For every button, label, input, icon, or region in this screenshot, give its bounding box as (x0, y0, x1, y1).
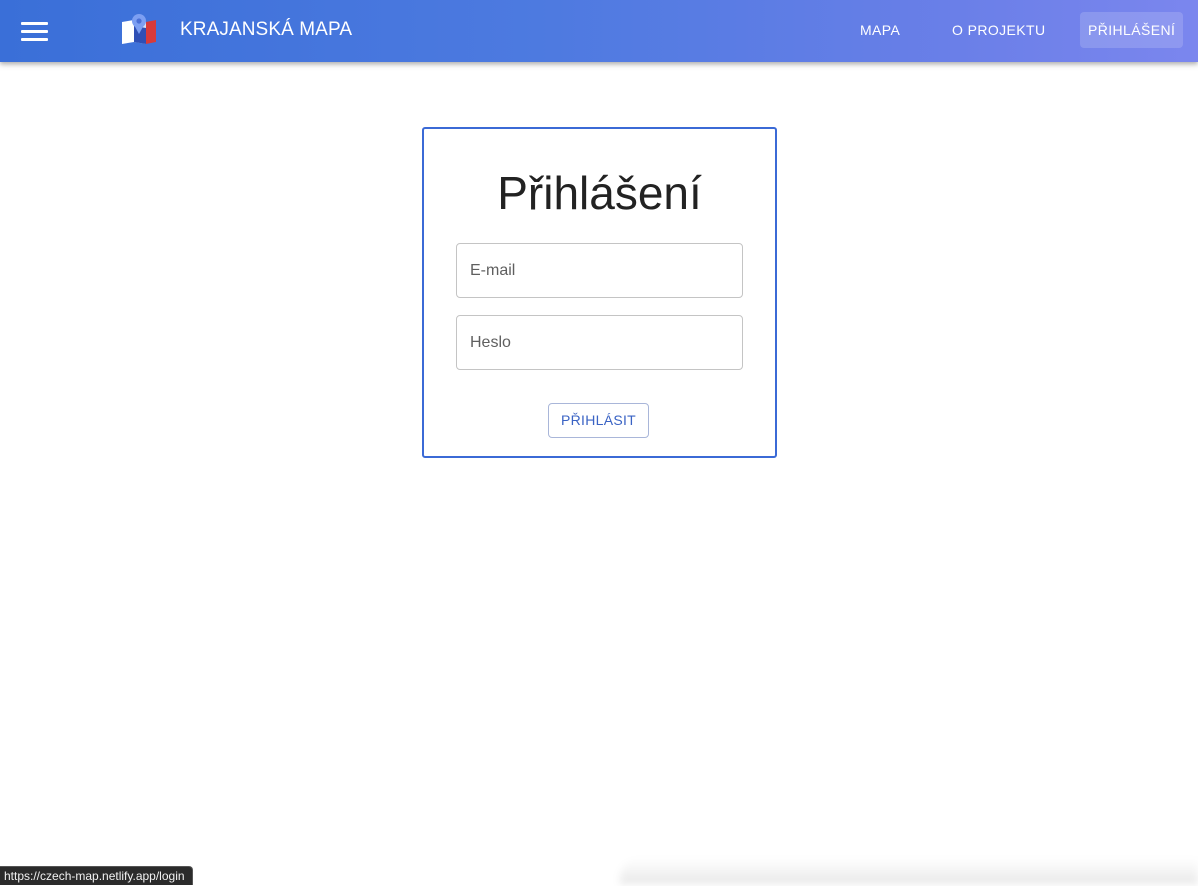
hamburger-menu-icon[interactable] (14, 11, 54, 51)
nav-prihlaseni[interactable]: PŘIHLÁŠENÍ (1080, 12, 1184, 48)
menu-line (20, 21, 48, 25)
nav-o-projektu[interactable]: O PROJEKTU (944, 12, 1053, 48)
login-card: Přihlášení PŘIHLÁSIT (422, 127, 777, 458)
app-title[interactable]: KRAJANSKÁ MAPA (180, 17, 352, 43)
email-field[interactable] (456, 243, 743, 298)
password-input[interactable] (457, 316, 742, 369)
app-logo-icon[interactable] (120, 12, 158, 46)
bottom-edge-shadow (620, 858, 1198, 884)
login-submit-button[interactable]: PŘIHLÁSIT (548, 403, 649, 438)
menu-line (20, 29, 48, 33)
nav-mapa[interactable]: MAPA (852, 12, 908, 48)
menu-line (20, 37, 48, 41)
status-bar-url: https://czech-map.netlify.app/login (0, 866, 193, 885)
password-field[interactable] (456, 315, 743, 370)
email-input[interactable] (457, 244, 742, 297)
login-title: Přihlášení (497, 167, 702, 219)
app-bar: KRAJANSKÁ MAPA MAPA O PROJEKTU PŘIHLÁŠEN… (0, 0, 1198, 62)
